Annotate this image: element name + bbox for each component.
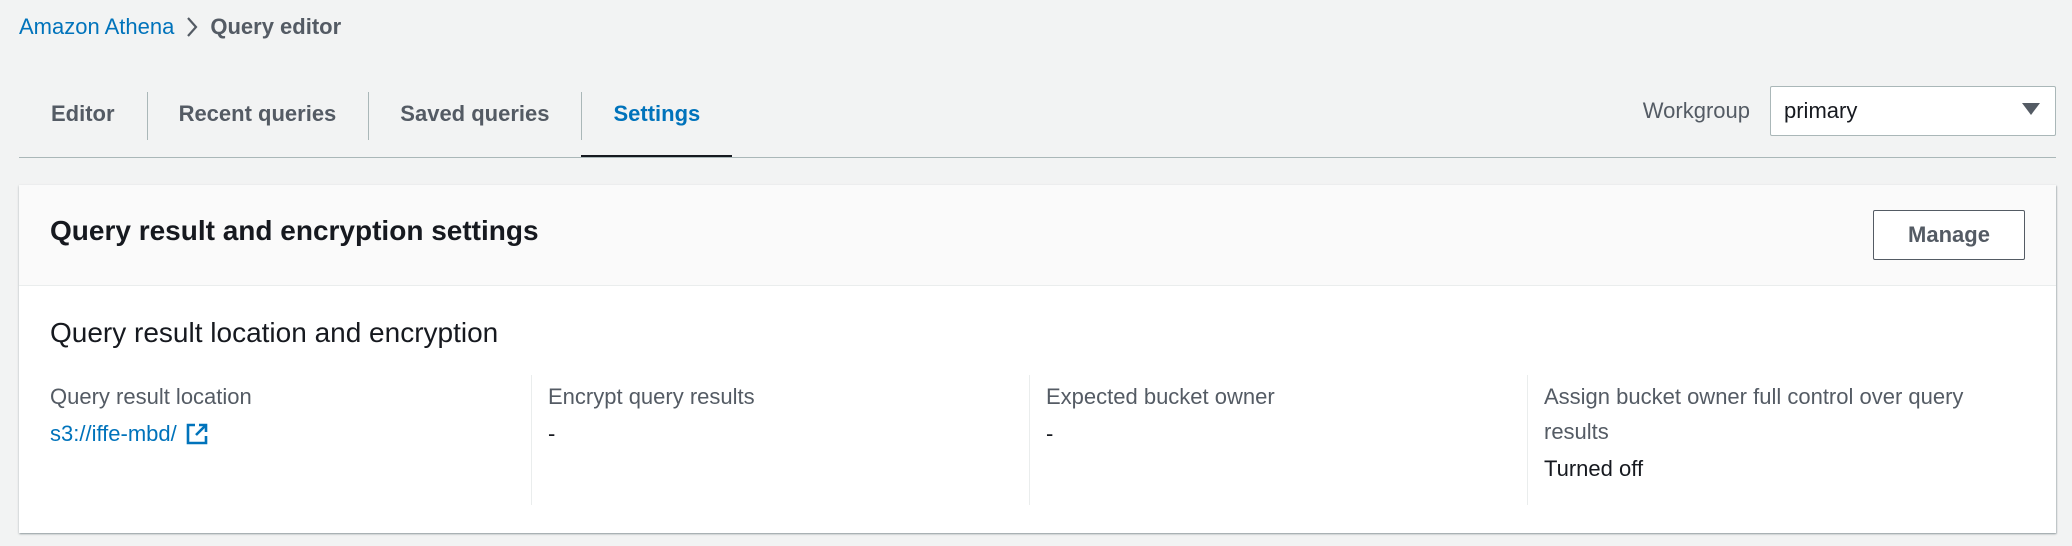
workgroup-select[interactable]: primary [1770,86,2056,136]
query-result-location-column: Query result location s3://iffe-mbd/ [50,375,531,505]
manage-button[interactable]: Manage [1873,210,2025,260]
query-result-location-label: Query result location [50,384,252,409]
tab-saved-queries[interactable]: Saved queries [368,90,581,158]
external-link-icon [186,423,208,445]
bucket-owner-control-label: Assign bucket owner full control over qu… [1544,384,1964,444]
encrypt-query-results-label: Encrypt query results [548,384,755,409]
encrypt-query-results-value: - [548,421,556,446]
breadcrumb-link-amazon-athena[interactable]: Amazon Athena [19,14,174,40]
tab-label: Saved queries [400,101,550,126]
bucket-owner-control-value: Turned off [1544,456,1644,481]
query-result-location-link[interactable]: s3://iffe-mbd/ [50,414,209,454]
encrypt-query-results-column: Encrypt query results - [531,375,1029,505]
bucket-owner-control-column: Assign bucket owner full control over qu… [1527,375,2025,505]
query-result-location-value: s3://iffe-mbd/ [50,421,177,446]
settings-columns: Query result location s3://iffe-mbd/ Enc… [50,375,2025,505]
expected-bucket-owner-value: - [1046,421,1054,446]
section-title: Query result location and encryption [50,317,499,348]
tab-label: Recent queries [178,101,337,126]
tab-label: Settings [613,101,701,126]
workgroup-selector: Workgroup primary [1643,86,2056,136]
breadcrumb: Amazon Athena Query editor [19,12,341,42]
caret-down-icon [2021,102,2041,121]
workgroup-value: primary [1784,98,1858,123]
tab-label: Editor [51,101,115,126]
chevron-right-icon [174,12,210,42]
expected-bucket-owner-label: Expected bucket owner [1046,384,1275,409]
tab-settings[interactable]: Settings [581,90,733,158]
breadcrumb-current: Query editor [210,14,342,39]
tab-recent-queries[interactable]: Recent queries [146,90,369,158]
expected-bucket-owner-column: Expected bucket owner - [1029,375,1527,505]
panel-title: Query result and encryption settings [50,215,539,246]
tab-list: Editor Recent queries Saved queries Sett… [19,90,733,158]
settings-panel: Query result and encryption settings Man… [19,185,2056,533]
workgroup-label: Workgroup [1642,98,1750,123]
tabs-divider [19,157,2056,158]
panel-header: Query result and encryption settings Man… [19,185,2056,286]
tab-editor[interactable]: Editor [19,90,147,158]
